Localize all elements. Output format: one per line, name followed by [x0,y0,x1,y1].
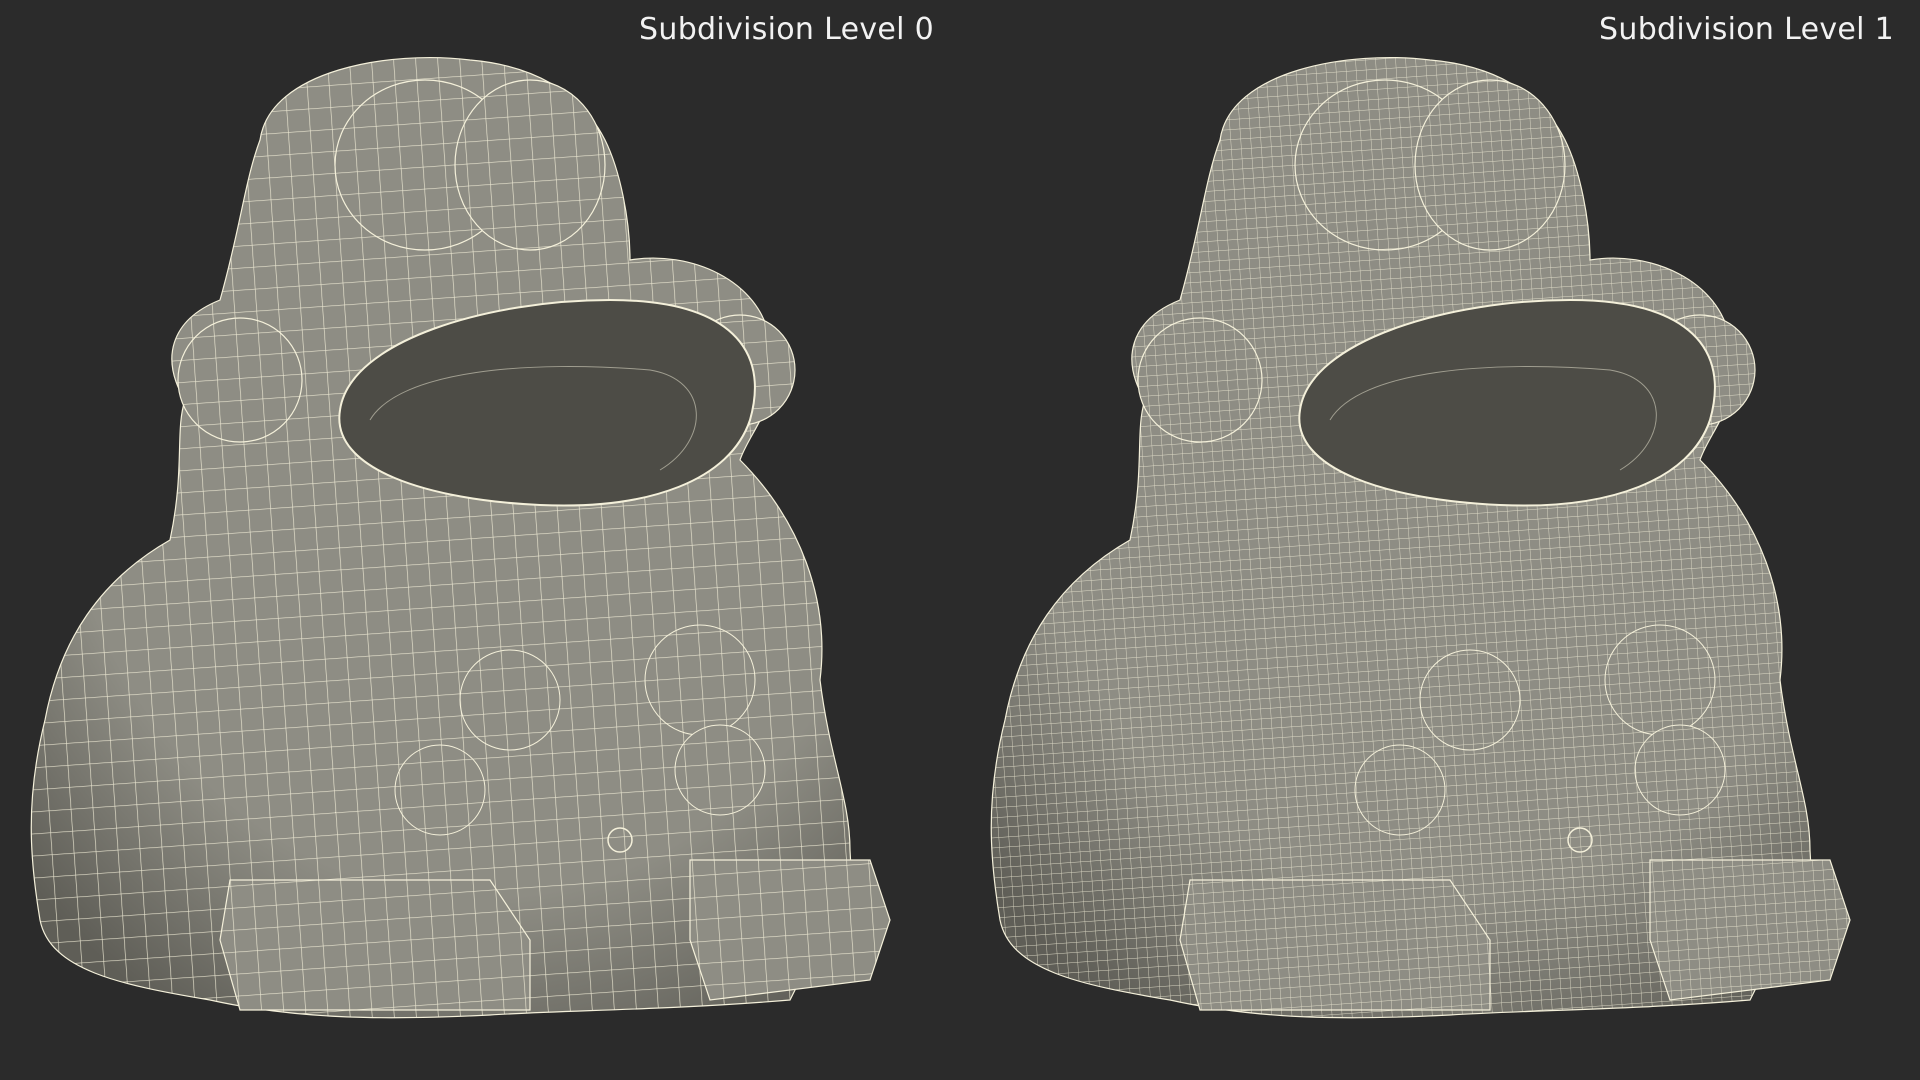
frog-model-wireframe [990,57,1851,1019]
panel-subdivision-0: Subdivision Level 0 [0,0,960,1080]
frog-body-group [30,57,891,1019]
viewport-stage: Subdivision Level 0 Subdivision Level 1 [0,0,1920,1080]
panel-subdivision-1: Subdivision Level 1 [960,0,1920,1080]
frog-model-wireframe [30,57,891,1019]
frog-body-group [990,57,1851,1019]
